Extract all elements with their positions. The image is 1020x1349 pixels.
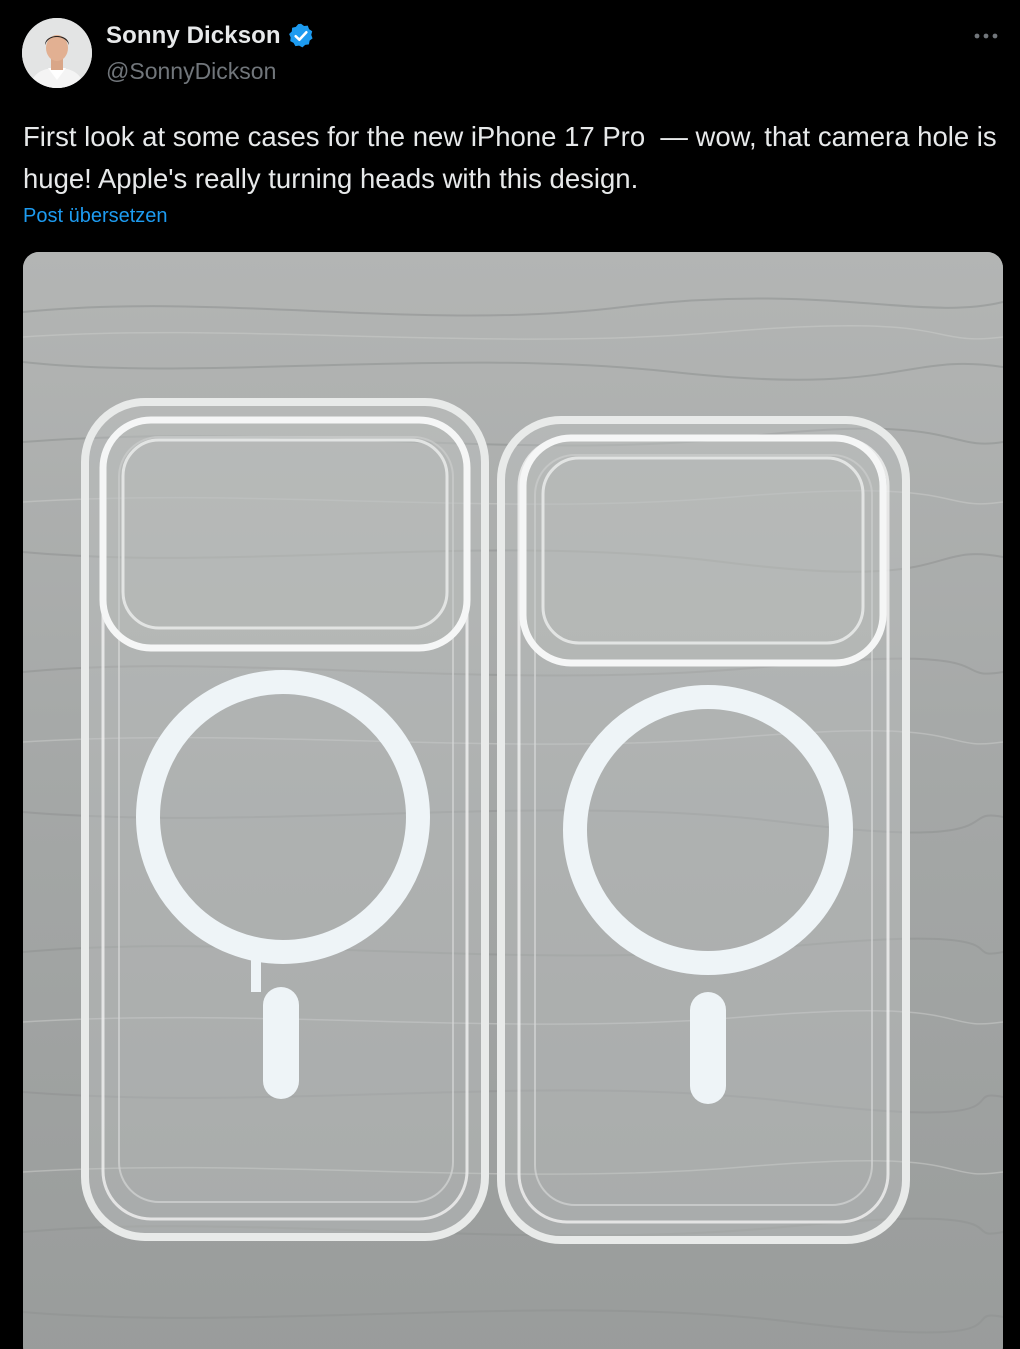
author-handle[interactable]: @SonnyDickson: [106, 58, 276, 85]
tweet-text: First look at some cases for the new iPh…: [23, 121, 1005, 194]
tweet: Sonny Dickson @SonnyDickson First look a…: [0, 0, 1020, 1349]
phone-cases-photo: [23, 252, 1003, 1349]
more-horizontal-icon[interactable]: [968, 22, 1004, 50]
author-name[interactable]: Sonny Dickson: [106, 22, 281, 50]
author-row: Sonny Dickson: [106, 22, 315, 50]
phone-case-right: [497, 416, 910, 1244]
tweet-photo[interactable]: [23, 252, 1003, 1349]
verified-badge-icon: [287, 22, 315, 50]
translate-post-link[interactable]: Post übersetzen: [23, 205, 168, 228]
avatar[interactable]: [22, 18, 92, 88]
phone-case-left: [81, 398, 489, 1241]
